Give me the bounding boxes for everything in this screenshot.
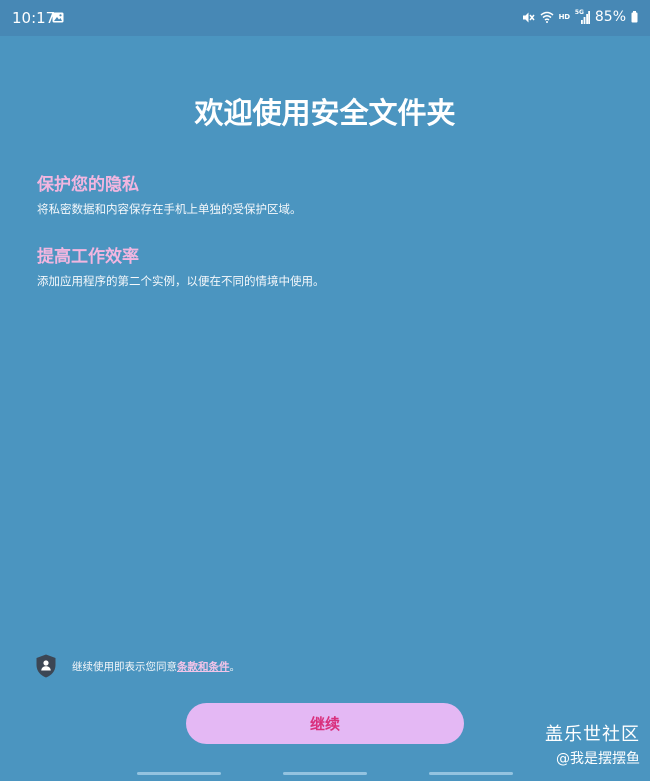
battery-icon	[631, 11, 638, 23]
feature-efficiency: 提高工作效率 添加应用程序的第二个实例，以便在不同的情境中使用。	[37, 242, 325, 289]
nav-handle-home[interactable]	[283, 772, 367, 775]
page-title: 欢迎使用安全文件夹	[194, 96, 456, 130]
wifi-icon	[540, 11, 554, 23]
watermark-community: 盖乐世社区	[545, 724, 640, 745]
status-bar: 10:17 HD 5G 85%	[0, 0, 650, 36]
nav-handle-left[interactable]	[137, 772, 221, 775]
terms-prefix: 继续使用即表示您同意	[72, 660, 177, 673]
terms-link[interactable]: 条款和条件	[177, 661, 230, 673]
hd-icon: HD	[558, 13, 570, 21]
status-icons: HD 5G 85%	[522, 9, 638, 25]
feature-title: 保护您的隐私	[37, 175, 139, 195]
battery-percent: 85%	[594, 9, 626, 25]
watermark: 盖乐世社区 @我是摆摆鱼	[545, 720, 640, 768]
mute-icon	[522, 12, 535, 22]
feature-title: 提高工作效率	[37, 247, 139, 267]
watermark-user: @我是摆摆鱼	[556, 751, 640, 767]
signal-5g-icon: 5G	[575, 9, 590, 24]
terms-notice: 继续使用即表示您同意条款和条件。	[36, 653, 240, 679]
feature-privacy: 保护您的隐私 将私密数据和内容保存在手机上单独的受保护区域。	[37, 170, 302, 217]
terms-suffix: 。	[229, 660, 241, 673]
shield-person-icon	[36, 654, 56, 678]
gallery-icon	[52, 12, 64, 23]
nav-handle-right[interactable]	[429, 772, 513, 775]
status-time: 10:17	[12, 9, 56, 27]
terms-text: 继续使用即表示您同意条款和条件。	[72, 659, 240, 674]
feature-description: 将私密数据和内容保存在手机上单独的受保护区域。	[37, 202, 302, 216]
feature-description: 添加应用程序的第二个实例，以便在不同的情境中使用。	[37, 274, 325, 288]
continue-button[interactable]: 继续	[186, 703, 464, 744]
